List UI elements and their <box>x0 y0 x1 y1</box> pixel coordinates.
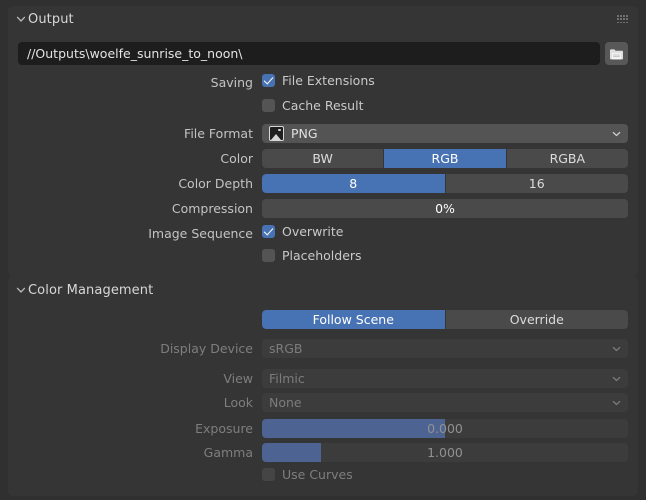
view-dropdown[interactable]: Filmic <box>262 369 628 388</box>
use-curves-checkbox[interactable]: Use Curves <box>262 467 628 482</box>
use-curves-row: Use Curves <box>8 466 638 487</box>
image-sequence-placeholders-row: Placeholders <box>8 247 638 268</box>
compression-value: 0% <box>435 201 455 216</box>
look-label: Look <box>223 395 253 410</box>
color-segmented-control: BW RGB RGBA <box>262 149 628 168</box>
folder-icon[interactable] <box>605 42 628 65</box>
view-row: View Filmic <box>8 368 638 389</box>
gamma-slider-fill <box>262 443 321 462</box>
compression-slider[interactable]: 0% <box>262 199 628 218</box>
overwrite-checkbox[interactable]: Overwrite <box>262 224 628 239</box>
use-curves-label: Use Curves <box>282 467 353 482</box>
look-value: None <box>269 395 302 410</box>
color-management-panel-header[interactable]: Color Management <box>8 276 638 304</box>
saving-cache-result-row: Cache Result <box>8 97 638 118</box>
compression-row: Compression 0% <box>8 198 638 219</box>
file-format-label: File Format <box>184 126 253 141</box>
checkbox-checked-icon <box>262 225 275 238</box>
chevron-down-icon <box>612 341 621 356</box>
color-depth-segmented-control: 8 16 <box>262 174 628 193</box>
color-option-bw[interactable]: BW <box>262 149 384 168</box>
exposure-value: 0.000 <box>427 421 463 436</box>
placeholders-label: Placeholders <box>282 248 362 263</box>
chevron-down-icon <box>612 395 621 410</box>
output-panel-header[interactable]: Output <box>8 6 638 32</box>
checkbox-unchecked-icon <box>262 468 275 481</box>
color-row: Color BW RGB RGBA <box>8 148 638 169</box>
gamma-slider[interactable]: 1.000 <box>262 443 628 462</box>
checkbox-checked-icon <box>262 74 275 87</box>
color-management-panel: Color Management Follow Scene Override D… <box>8 276 638 496</box>
file-extensions-label: File Extensions <box>282 73 375 88</box>
checkbox-unchecked-icon <box>262 99 275 112</box>
color-depth-option-8[interactable]: 8 <box>262 174 445 193</box>
file-format-dropdown[interactable]: PNG <box>262 124 628 143</box>
color-management-mode-control: Follow Scene Override <box>262 310 628 329</box>
display-device-dropdown[interactable]: sRGB <box>262 339 628 358</box>
exposure-label: Exposure <box>195 421 253 436</box>
color-label: Color <box>220 151 253 166</box>
cache-result-checkbox[interactable]: Cache Result <box>262 98 628 113</box>
cache-result-label: Cache Result <box>282 98 364 113</box>
color-depth-option-16[interactable]: 16 <box>445 174 628 193</box>
gamma-row: Gamma 1.000 <box>8 442 638 463</box>
exposure-slider-fill <box>262 419 445 438</box>
output-panel-title: Output <box>28 11 74 27</box>
color-depth-label: Color Depth <box>178 176 253 191</box>
chevron-down-icon <box>612 126 621 141</box>
color-option-rgba[interactable]: RGBA <box>506 149 628 168</box>
compression-label: Compression <box>171 201 253 216</box>
saving-label: Saving <box>210 75 253 90</box>
look-dropdown[interactable]: None <box>262 393 628 412</box>
display-device-label: Display Device <box>160 341 253 356</box>
checkbox-unchecked-icon <box>262 249 275 262</box>
placeholders-checkbox[interactable]: Placeholders <box>262 248 628 263</box>
output-path-input[interactable]: //Outputs\woelfe_sunrise_to_noon\ <box>18 42 600 65</box>
mode-option-override[interactable]: Override <box>445 310 628 329</box>
exposure-slider[interactable]: 0.000 <box>262 419 628 438</box>
grip-dots-icon[interactable] <box>617 15 628 24</box>
chevron-down-icon <box>16 285 26 295</box>
overwrite-label: Overwrite <box>282 224 344 239</box>
look-row: Look None <box>8 392 638 413</box>
blender-properties-editor: Output //Outputs\woelfe_sunrise_to_noon\… <box>0 0 646 500</box>
image-sequence-overwrite-row: Image Sequence Overwrite <box>8 223 638 244</box>
gamma-value: 1.000 <box>427 445 463 460</box>
mode-option-follow-scene[interactable]: Follow Scene <box>262 310 445 329</box>
exposure-row: Exposure 0.000 <box>8 418 638 439</box>
chevron-down-icon <box>612 371 621 386</box>
display-device-value: sRGB <box>269 341 303 356</box>
color-management-mode-row: Follow Scene Override <box>8 309 638 330</box>
color-option-rgb[interactable]: RGB <box>384 149 506 168</box>
display-device-row: Display Device sRGB <box>8 338 638 359</box>
color-depth-row: Color Depth 8 16 <box>8 173 638 194</box>
file-extensions-checkbox[interactable]: File Extensions <box>262 73 628 88</box>
color-management-panel-title: Color Management <box>28 282 154 298</box>
file-format-value: PNG <box>291 126 318 141</box>
saving-file-extensions-row: Saving File Extensions <box>8 72 638 93</box>
chevron-down-icon <box>16 14 26 24</box>
view-label: View <box>223 371 253 386</box>
image-file-icon <box>269 126 284 141</box>
output-path-row: //Outputs\woelfe_sunrise_to_noon\ <box>18 42 628 65</box>
image-sequence-label: Image Sequence <box>148 226 253 241</box>
output-panel: Output //Outputs\woelfe_sunrise_to_noon\… <box>8 6 638 276</box>
file-format-row: File Format PNG <box>8 123 638 144</box>
gamma-label: Gamma <box>203 445 253 460</box>
view-value: Filmic <box>269 371 305 386</box>
